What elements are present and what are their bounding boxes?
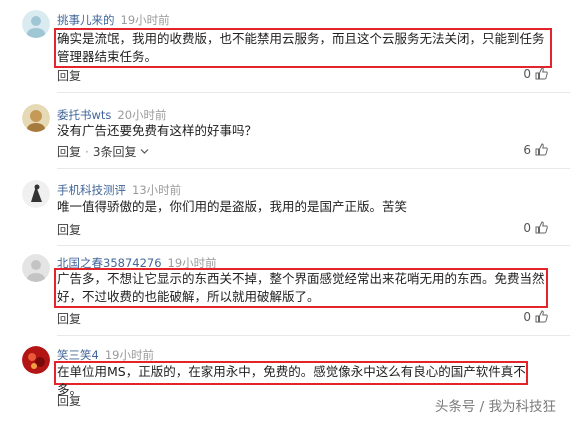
- comment-actions: 回复: [57, 310, 81, 327]
- reply-button[interactable]: 回复: [57, 145, 81, 159]
- avatar[interactable]: [22, 104, 50, 132]
- comment-text: 确实是流氓，我用的收费版，也不能禁用云服务，而且这个云服务无法关闭，只能到任务管…: [57, 31, 545, 64]
- view-replies-button[interactable]: 3条回复: [93, 145, 137, 159]
- timestamp: 20小时前: [117, 108, 167, 122]
- thumbs-up-icon: [535, 67, 548, 80]
- reply-button[interactable]: 回复: [57, 223, 81, 237]
- comment-actions: 回复: [57, 221, 81, 238]
- comment-text: 广告多，不想让它显示的东西关不掉，整个界面感觉经常出来花哨无用的东西。免费当然好…: [57, 271, 545, 304]
- divider: [57, 168, 570, 169]
- comment-header: 手机科技测评 13小时前: [57, 182, 181, 198]
- comment-actions: 回复: [57, 67, 81, 84]
- thumbs-up-icon: [535, 143, 548, 156]
- avatar[interactable]: [22, 346, 50, 374]
- username-link[interactable]: 笑三笑4: [57, 348, 99, 362]
- comment-actions: 回复 · 3条回复: [57, 143, 149, 160]
- thumbs-up-icon: [535, 221, 548, 234]
- timestamp: 19小时前: [120, 13, 170, 27]
- like-button[interactable]: 0: [523, 310, 548, 324]
- reply-button[interactable]: 回复: [57, 312, 81, 326]
- username-link[interactable]: 手机科技测评: [57, 183, 126, 197]
- divider: [57, 335, 570, 336]
- like-button[interactable]: 0: [523, 221, 548, 235]
- like-count: 0: [523, 310, 531, 324]
- comment-text: 没有广告还要免费有这样的好事吗？: [57, 123, 258, 138]
- timestamp: 19小时前: [104, 348, 154, 362]
- comment-header: 委托书wts 20小时前: [57, 107, 167, 123]
- comment-header: 挑事儿来的 19小时前: [57, 12, 170, 28]
- comment-text: 唯一值得骄傲的是，你们用的是盗版，我用的是国产正版。苦笑: [57, 199, 408, 214]
- username-link[interactable]: 挑事儿来的: [57, 13, 115, 27]
- divider: [57, 245, 570, 246]
- comment-actions: 回复: [57, 392, 81, 409]
- comment-text: 在单位用MS，正版的，在家用永中，免费的。感觉像永中这么有良心的国产软件真不多。: [57, 364, 526, 397]
- chevron-down-icon: [140, 149, 149, 154]
- thumbs-up-icon: [535, 310, 548, 323]
- avatar[interactable]: [22, 180, 50, 208]
- like-count: 6: [523, 143, 531, 157]
- like-button[interactable]: 0: [523, 67, 548, 81]
- reply-button[interactable]: 回复: [57, 394, 81, 408]
- like-count: 0: [523, 221, 531, 235]
- avatar[interactable]: [22, 254, 50, 282]
- like-button[interactable]: 6: [523, 143, 548, 157]
- divider: [57, 92, 570, 93]
- like-count: 0: [523, 67, 531, 81]
- avatar[interactable]: [22, 10, 50, 38]
- watermark: 头条号 / 我为科技狂: [434, 399, 556, 415]
- reply-button[interactable]: 回复: [57, 69, 81, 83]
- timestamp: 13小时前: [132, 183, 182, 197]
- separator: ·: [85, 145, 89, 159]
- username-link[interactable]: 委托书wts: [57, 108, 111, 122]
